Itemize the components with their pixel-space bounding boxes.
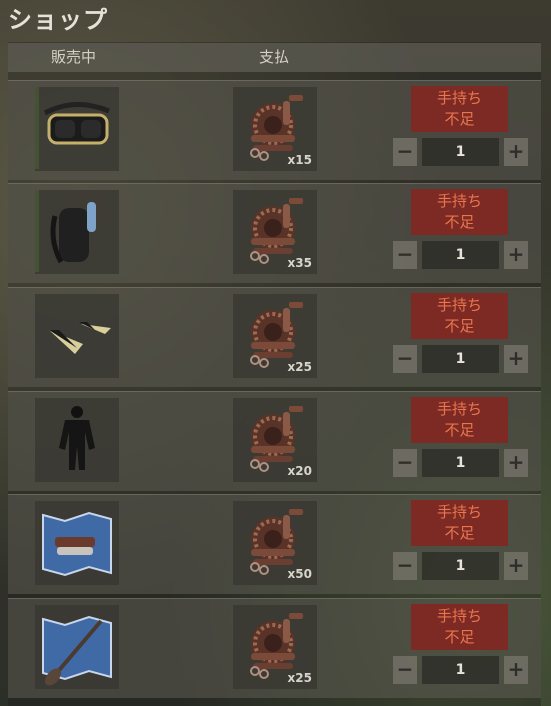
insufficient-line-1: 手持ち [436,607,482,625]
shop-row: x50 手持ち不足 −1 + [8,494,541,594]
insufficient-line-1: 手持ち [436,192,482,210]
item-slot[interactable] [35,501,119,585]
insufficient-line-1: 手持ち [436,89,482,107]
decrease-button[interactable]: − [393,656,417,684]
cost-slot[interactable]: x35 [233,190,317,274]
insufficient-badge: 手持ち 不足 [411,604,508,650]
wetsuit-icon [35,398,119,482]
insufficient-line-2: 不足 [444,110,475,128]
insufficient-line-2: 不足 [444,524,475,542]
insufficient-badge: 手持ち 不足 [411,189,508,235]
cost-amount: x20 [287,464,312,478]
cost-slot[interactable]: x25 [233,294,317,378]
cost-amount: x25 [287,671,312,685]
quantity-field[interactable]: 1 [422,345,499,373]
increase-button[interactable]: + [504,449,528,477]
blueprint-paddle-icon [35,605,119,689]
insufficient-line-1: 手持ち [436,503,482,521]
item-slot[interactable] [35,605,119,689]
increase-button[interactable]: + [504,138,528,166]
diving-tank-icon [35,190,119,274]
diving-mask-icon [35,87,119,171]
quantity-field[interactable]: 1 [422,138,499,166]
cost-slot[interactable]: x25 [233,605,317,689]
shop-row: x35 手持ち不足 −1 + [8,183,541,283]
item-slot[interactable] [35,87,119,171]
shop-row: x25 手持ち不足 −1 + [8,598,541,698]
insufficient-badge: 手持ち 不足 [411,293,508,339]
insufficient-line-2: 不足 [444,628,475,646]
decrease-button[interactable]: − [393,138,417,166]
cost-slot[interactable]: x20 [233,398,317,482]
quantity-field[interactable]: 1 [422,552,499,580]
increase-button[interactable]: + [504,241,528,269]
cost-slot[interactable]: x50 [233,501,317,585]
cost-amount: x25 [287,360,312,374]
insufficient-line-1: 手持ち [436,296,482,314]
increase-button[interactable]: + [504,552,528,580]
cost-amount: x35 [287,256,312,270]
insufficient-line-1: 手持ち [436,400,482,418]
diving-fins-icon [35,294,119,378]
quantity-field[interactable]: 1 [422,449,499,477]
quantity-field[interactable]: 1 [422,656,499,684]
header-selling: 販売中 [51,48,97,66]
decrease-button[interactable]: − [393,241,417,269]
insufficient-badge: 手持ち 不足 [411,500,508,546]
decrease-button[interactable]: − [393,552,417,580]
insufficient-badge: 手持ち 不足 [411,86,508,132]
decrease-button[interactable]: − [393,345,417,373]
insufficient-line-2: 不足 [444,317,475,335]
quantity-field[interactable]: 1 [422,241,499,269]
cost-amount: x50 [287,567,312,581]
page-title: ショップ [8,6,108,34]
header-cost: 支払 [259,48,290,66]
increase-button[interactable]: + [504,345,528,373]
cost-amount: x15 [287,153,312,167]
increase-button[interactable]: + [504,656,528,684]
shop-row: x25 手持ち不足 −1 + [8,287,541,387]
insufficient-badge: 手持ち 不足 [411,397,508,443]
item-slot[interactable] [35,294,119,378]
cost-slot[interactable]: x15 [233,87,317,171]
decrease-button[interactable]: − [393,449,417,477]
insufficient-line-2: 不足 [444,213,475,231]
item-slot[interactable] [35,398,119,482]
shop-row: x15 手持ち不足 −1 + [8,80,541,180]
blueprint-boat-icon [35,501,119,585]
column-header: 販売中 支払 [8,43,541,72]
insufficient-line-2: 不足 [444,421,475,439]
shop-row: x20 手持ち不足 −1 + [8,391,541,491]
item-slot[interactable] [35,190,119,274]
